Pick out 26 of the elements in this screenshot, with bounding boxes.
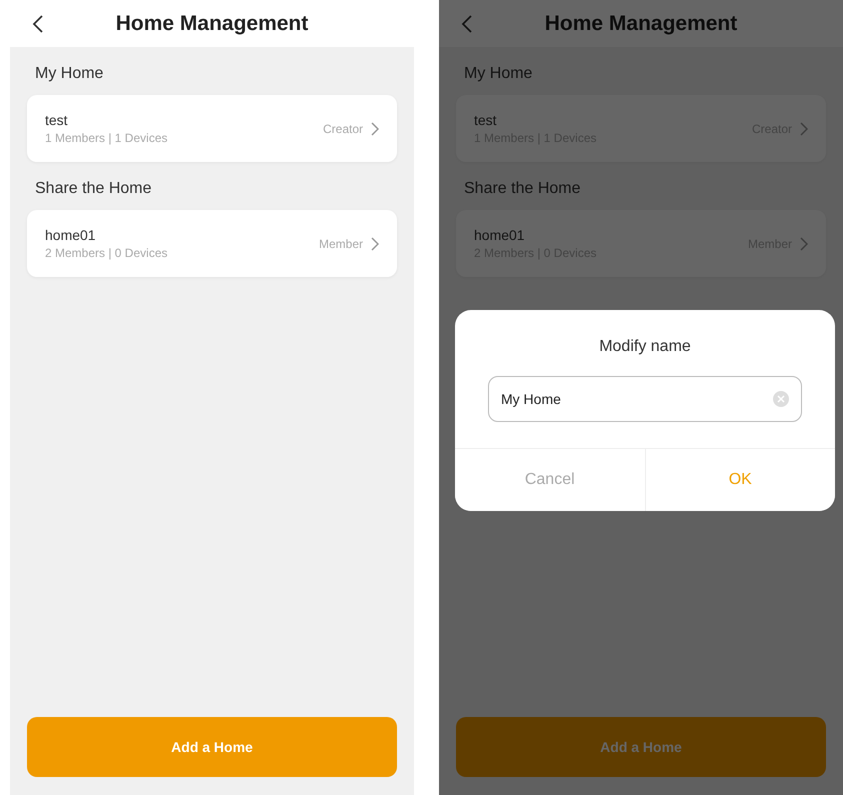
dialog-title: Modify name <box>598 337 692 357</box>
chevron-icon <box>800 236 808 250</box>
home-name: test <box>474 112 498 128</box>
name-field[interactable]: My Home <box>488 376 802 422</box>
ok-button[interactable]: OK <box>644 449 835 511</box>
chevron-icon <box>371 236 379 250</box>
add-home-button[interactable]: Add a Home <box>456 717 826 777</box>
home-card[interactable]: home01 2 Members | 0 Devices Member <box>27 210 397 277</box>
home-name: home01 <box>45 227 97 243</box>
section-heading: My Home <box>34 64 104 84</box>
home-stats: 1 Members | 1 Devices <box>45 131 168 145</box>
home-stats: 2 Members | 0 Devices <box>45 246 168 260</box>
section-heading: Share the Home <box>34 179 153 199</box>
page-title: Home Management <box>116 12 308 36</box>
home-name: home01 <box>474 227 526 243</box>
page-title: Home Management <box>544 12 738 36</box>
back-icon[interactable] <box>32 15 44 33</box>
chevron-icon <box>800 122 808 136</box>
add-home-button[interactable]: Add a Home <box>27 717 397 777</box>
role-label: Member <box>318 236 363 250</box>
section-heading: Share the Home <box>463 179 582 199</box>
home-name: test <box>45 112 69 128</box>
section-heading: My Home <box>463 64 534 84</box>
role-label: Creator <box>322 122 363 136</box>
home-card[interactable]: test 1 Members | 1 Devices Creator <box>27 95 397 162</box>
chevron-icon <box>371 122 379 136</box>
